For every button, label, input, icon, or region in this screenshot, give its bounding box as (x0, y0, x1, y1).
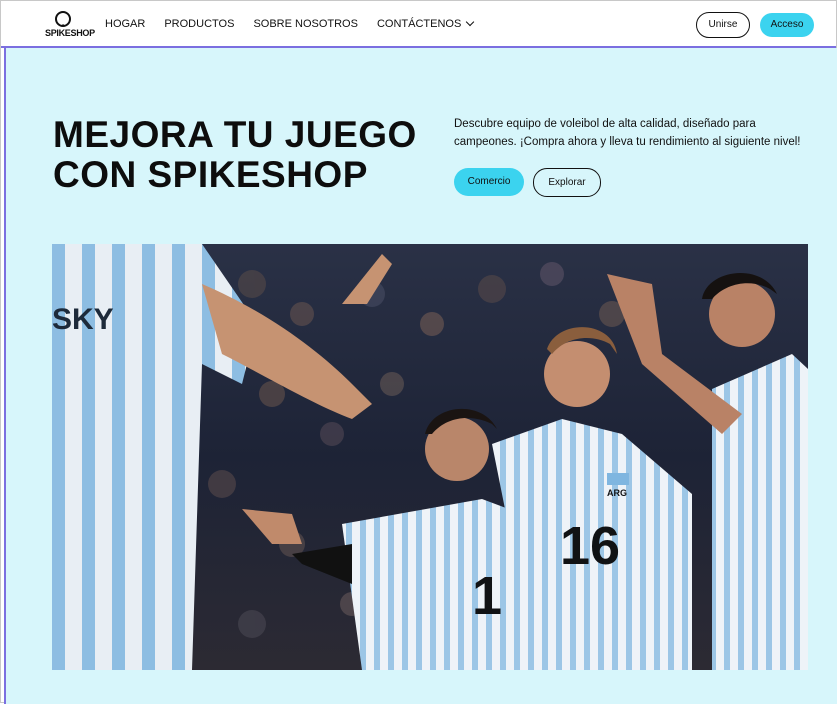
top-navbar: SPIKESHOP HOGAR PRODUCTOS SOBRE NOSOTROS… (1, 1, 836, 48)
volleyball-players-image: SKY 1 16 ARG (52, 244, 808, 670)
nav-item-contactenos-label: CONTÁCTENOS (376, 18, 462, 30)
nav-item-contactenos[interactable]: CONTÁCTENOS (376, 17, 475, 30)
access-button[interactable]: Acceso (760, 13, 814, 37)
join-button[interactable]: Unirse (696, 12, 750, 38)
hero-description: Descubre equipo de voleibol de alta cali… (454, 118, 801, 148)
spikeshop-logo[interactable]: SPIKESHOP (45, 11, 95, 41)
volleyball-icon (55, 11, 71, 27)
jersey-number-1: 1 (472, 566, 502, 626)
nav-item-hogar[interactable]: HOGAR (105, 18, 145, 30)
chevron-down-icon (466, 17, 475, 27)
shop-button[interactable]: Comercio (454, 168, 524, 196)
hero-headline: MEJORA TU JUEGO CON SPIKESHOP (53, 114, 417, 195)
logo-text: SPIKESHOP (45, 28, 95, 38)
nav-item-productos[interactable]: PRODUCTOS (164, 18, 234, 30)
main-menu: HOGAR PRODUCTOS SOBRE NOSOTROS CONTÁCTEN… (105, 17, 492, 30)
jersey-badge: ARG (607, 488, 627, 498)
browser-frame: SPIKESHOP HOGAR PRODUCTOS SOBRE NOSOTROS… (0, 0, 837, 704)
nav-item-sobre-nosotros[interactable]: SOBRE NOSOTROS (253, 18, 358, 30)
hero-photo: SKY 1 16 ARG (52, 244, 808, 670)
jersey-number-16: 16 (560, 516, 620, 576)
explore-button[interactable]: Explorar (533, 168, 601, 197)
argentina-flag-icon (607, 473, 629, 485)
back-text: SKY (52, 303, 114, 336)
